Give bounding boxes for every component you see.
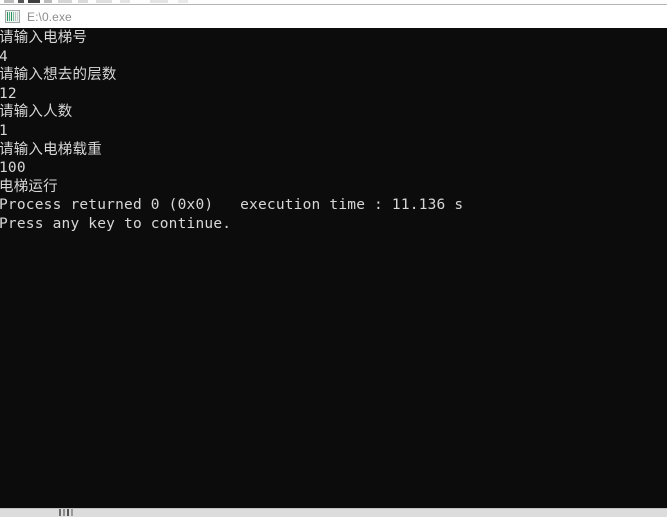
title-bar[interactable]: E:\0.exe: [0, 5, 667, 28]
console-app-icon: [5, 10, 20, 23]
bottom-edge-strip: [0, 508, 667, 517]
console-window: E:\0.exe 请输入电梯号 4 请输入想去的层数 12 请输入人数 1 请输…: [0, 0, 667, 517]
console-output-text: 请输入电梯号 4 请输入想去的层数 12 请输入人数 1 请输入电梯载重 100…: [0, 30, 464, 232]
window-title: E:\0.exe: [27, 9, 72, 24]
console-output-area[interactable]: 请输入电梯号 4 请输入想去的层数 12 请输入人数 1 请输入电梯载重 100…: [0, 28, 667, 508]
